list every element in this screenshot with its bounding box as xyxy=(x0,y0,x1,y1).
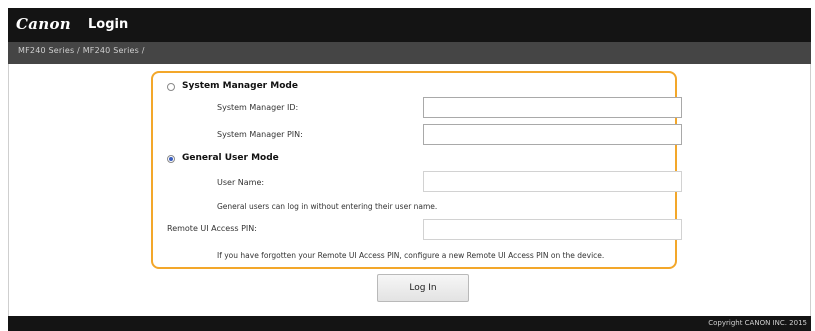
user-name-input[interactable] xyxy=(423,171,682,192)
canon-logo: Canon xyxy=(16,15,71,33)
general-user-mode-radio[interactable] xyxy=(167,155,175,163)
remote-ui-pin-note: If you have forgotten your Remote UI Acc… xyxy=(217,251,605,260)
breadcrumb-bar: MF240 Series / MF240 Series / xyxy=(8,42,811,64)
footer-bar: Copyright CANON INC. 2015 xyxy=(8,316,811,331)
system-manager-mode-label: System Manager Mode xyxy=(182,81,298,91)
system-manager-mode-radio[interactable] xyxy=(167,83,175,91)
remote-ui-pin-label: Remote UI Access PIN: xyxy=(167,224,257,233)
log-in-button[interactable]: Log In xyxy=(377,274,469,302)
header-bar: Canon Login xyxy=(8,8,811,42)
general-user-note: General users can log in without enterin… xyxy=(217,202,438,211)
remote-ui-pin-input[interactable] xyxy=(423,219,682,240)
system-manager-id-input[interactable] xyxy=(423,97,682,118)
system-manager-pin-input[interactable] xyxy=(423,124,682,145)
copyright-text: Copyright CANON INC. 2015 xyxy=(708,319,807,327)
system-manager-pin-label: System Manager PIN: xyxy=(217,130,303,139)
general-user-mode-label: General User Mode xyxy=(182,153,279,163)
login-form-box: System Manager Mode System Manager ID: S… xyxy=(151,71,682,269)
user-name-label: User Name: xyxy=(217,178,265,187)
content-area: System Manager Mode System Manager ID: S… xyxy=(8,64,811,316)
breadcrumb: MF240 Series / MF240 Series / xyxy=(18,46,145,55)
login-page: Canon Login MF240 Series / MF240 Series … xyxy=(0,0,815,331)
page-title: Login xyxy=(88,17,129,32)
system-manager-id-label: System Manager ID: xyxy=(217,103,299,112)
